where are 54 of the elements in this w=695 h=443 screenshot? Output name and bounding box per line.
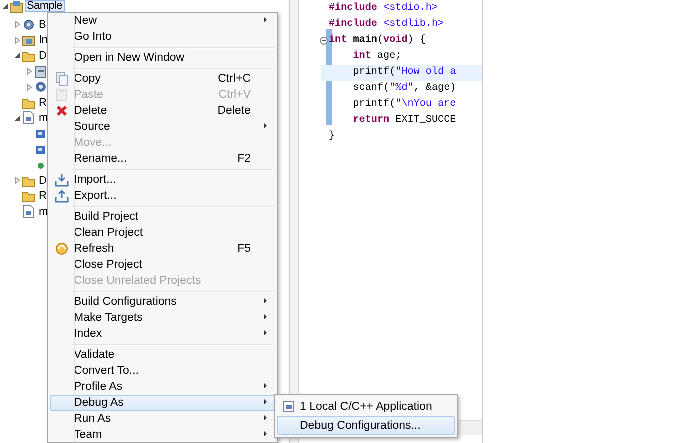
twisty-icon[interactable] (0, 2, 10, 10)
project-icon (10, 0, 24, 14)
menu-item[interactable]: Profile As (50, 379, 275, 395)
menu-item[interactable]: Debug Configurations... (277, 416, 455, 435)
tree-item[interactable]: B (37, 18, 48, 32)
code-line: int main(void) { (321, 33, 482, 49)
menu-item[interactable]: Debug As (50, 395, 275, 411)
menu-item[interactable]: Index (50, 326, 275, 342)
code-line: } (328, 130, 336, 144)
menu-item[interactable]: Convert To... (50, 363, 275, 379)
menu-item[interactable]: Build Configurations (50, 294, 275, 310)
file-icon (283, 400, 295, 412)
copy-icon (55, 72, 69, 86)
file-icon (22, 204, 36, 219)
delete-icon (55, 104, 69, 118)
menu-item[interactable]: Close Project (50, 257, 275, 273)
menu-item[interactable]: Import... (50, 172, 275, 188)
tree-item[interactable]: D (37, 174, 49, 188)
code-line: #include <stdlib.h> (328, 18, 446, 32)
code-line: int age; (352, 50, 403, 64)
menu-item[interactable]: Validate (50, 347, 275, 363)
tree-item[interactable]: In (37, 33, 50, 48)
menu-item[interactable]: Copy Ctrl+C (50, 71, 275, 87)
fold-icon[interactable] (320, 37, 328, 45)
menu-item[interactable]: Source (50, 119, 275, 135)
export-icon (55, 189, 69, 203)
tree-item[interactable]: D (37, 48, 49, 63)
twisty-icon[interactable] (12, 114, 22, 123)
code-line: return EXIT_SUCCE (352, 114, 458, 128)
menu-item[interactable]: Clean Project (50, 225, 275, 241)
menu-item[interactable]: 1 Local C/C++ Application (277, 397, 455, 416)
menu-item[interactable]: Open in New Window (50, 50, 275, 66)
menu-item[interactable]: Run As (50, 411, 275, 427)
menu-item[interactable]: Export... (50, 188, 275, 204)
clipboard-icon (55, 88, 69, 102)
twisty-icon[interactable] (12, 51, 22, 60)
menu-item[interactable]: Rename... F2 (50, 151, 275, 167)
code-line: scanf("%d", &age) (352, 82, 458, 96)
refresh-icon (55, 242, 69, 256)
menu-item[interactable]: Make Targets (50, 310, 275, 326)
menu-item[interactable]: Build Project (50, 209, 275, 225)
tree-item[interactable]: Sample (25, 0, 64, 12)
gear-icon (22, 18, 36, 32)
menu-item[interactable]: Refresh F5 (50, 241, 275, 257)
code-line: #include <stdio.h> (328, 2, 440, 16)
menu-item[interactable]: Team (50, 427, 275, 442)
tree-item[interactable]: R (37, 189, 49, 204)
import-icon (55, 173, 69, 187)
menu-item[interactable]: Go Into (50, 29, 275, 45)
code-line: printf("\nYou are (352, 98, 458, 112)
menu-item[interactable]: New (50, 13, 275, 29)
menu-item[interactable]: Delete Delete (50, 103, 275, 119)
file-icon (22, 111, 36, 126)
tree-item[interactable]: R (37, 96, 49, 110)
